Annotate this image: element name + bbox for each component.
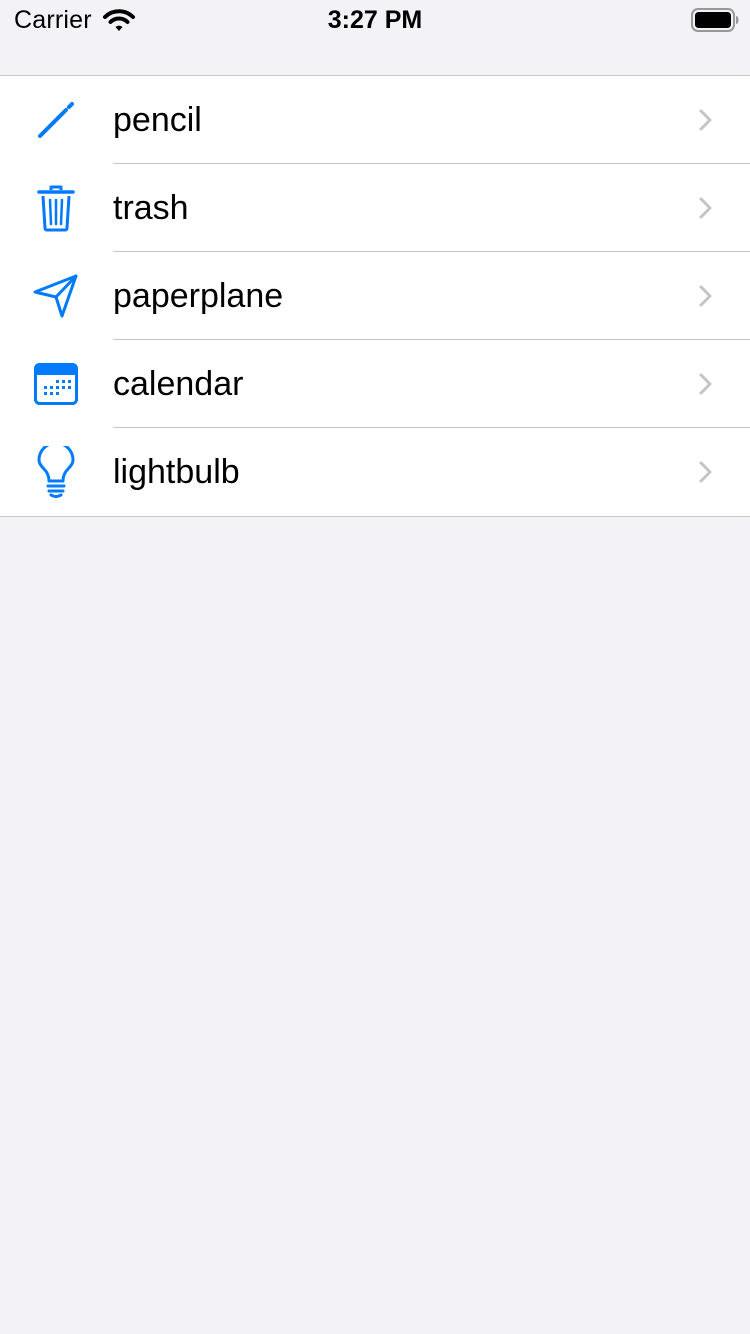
lightbulb-icon (27, 446, 85, 498)
chevron-right-icon (699, 285, 712, 307)
table-row-trash[interactable]: trash (0, 164, 750, 252)
row-label: paperplane (113, 277, 284, 315)
status-time: 3:27 PM (327, 6, 423, 34)
table-row-pencil[interactable]: pencil (0, 76, 750, 164)
trash-icon (27, 183, 85, 233)
chevron-right-icon (699, 109, 712, 131)
table-row-lightbulb[interactable]: lightbulb (0, 428, 750, 516)
table-row-paperplane[interactable]: paperplane (0, 252, 750, 340)
chevron-right-icon (699, 461, 712, 483)
chevron-right-icon (699, 373, 712, 395)
table-row-calendar[interactable]: calendar (0, 340, 750, 428)
row-label: lightbulb (113, 453, 240, 491)
battery-full-icon (691, 8, 739, 32)
table-view: pencil trash paperplane calendar lightbu… (0, 75, 750, 517)
paperplane-icon (27, 271, 85, 321)
calendar-icon (27, 359, 85, 409)
status-bar: Carrier 3:27 PM (0, 0, 750, 40)
chevron-right-icon (699, 197, 712, 219)
row-label: trash (113, 189, 189, 227)
row-label: calendar (113, 365, 244, 403)
pencil-icon (27, 95, 85, 145)
row-label: pencil (113, 101, 202, 139)
